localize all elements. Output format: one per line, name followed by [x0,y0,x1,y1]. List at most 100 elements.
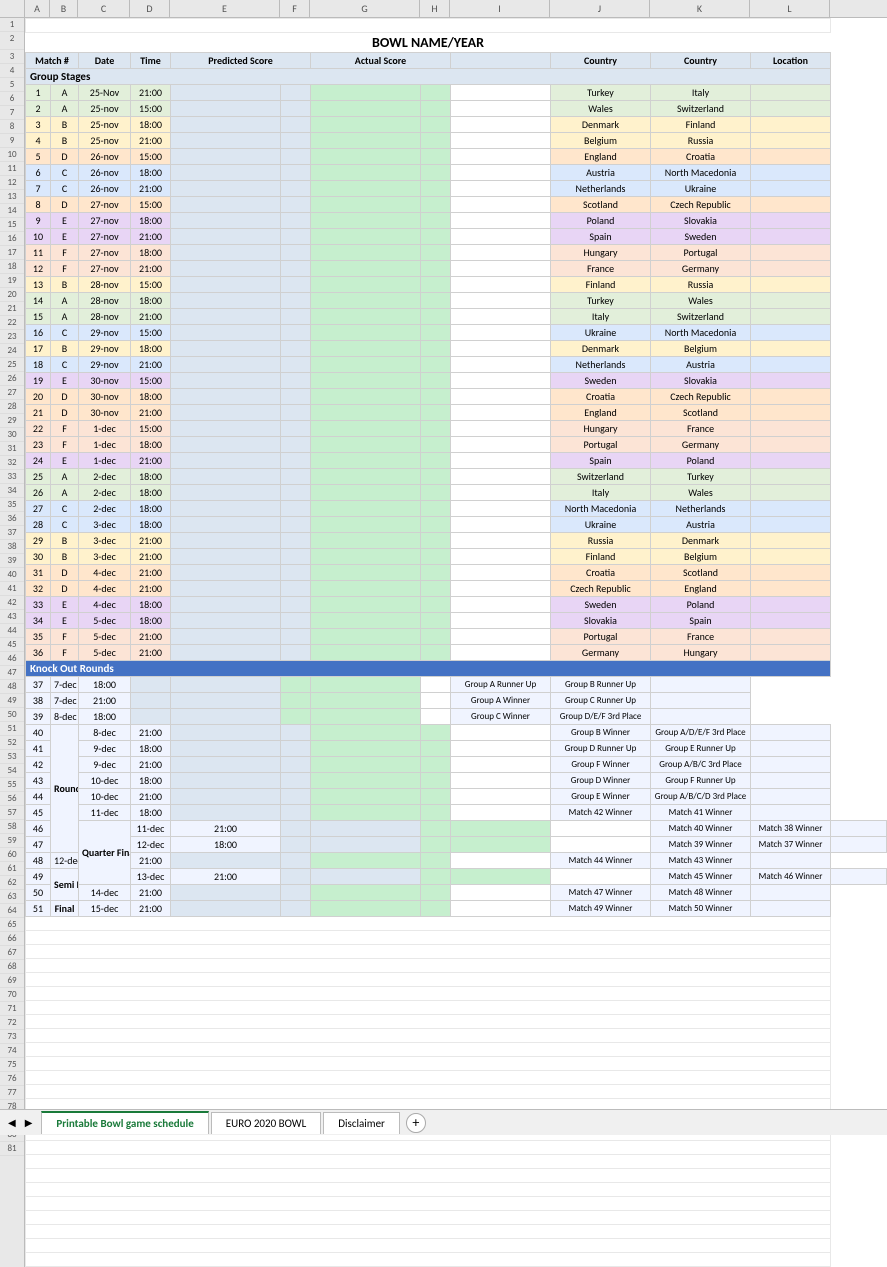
row-num-5: 5 [0,78,24,92]
row-num-3: 3 [0,50,24,64]
row-num-70: 70 [0,988,24,1002]
row-num-11: 11 [0,162,24,176]
row-num-2: 2 [0,32,24,50]
nav-left[interactable]: ◀ [5,1114,19,1131]
row-num-7: 7 [0,106,24,120]
table-row: 22F1-dec15:00HungaryFrance [26,421,887,437]
title-row: BOWL NAME/YEAR [26,33,887,53]
row-num-20: 20 [0,288,24,302]
row-num-56: 56 [0,792,24,806]
row-num-44: 44 [0,624,24,638]
row-num-73: 73 [0,1030,24,1044]
table-row: 40Round of 168-dec21:00Group B WinnerGro… [26,725,887,741]
round-label: Semi Finals [51,869,79,901]
row-num-72: 72 [0,1016,24,1030]
table-row: 49Semi Finals13-dec21:00Match 45 WinnerM… [26,869,887,885]
row-num-45: 45 [0,638,24,652]
table-row: 10E27-nov21:00SpainSweden [26,229,887,245]
table-row: 2A25-nov15:00WalesSwitzerland [26,101,887,117]
row-num-65: 65 [0,918,24,932]
row-num-55: 55 [0,778,24,792]
table-row: 4310-dec18:00Group D WinnerGroup F Runne… [26,773,887,789]
round-label: Quarter Finals [79,821,131,885]
table-row: 30B3-dec21:00FinlandBelgium [26,549,887,565]
add-tab-button[interactable]: + [406,1113,426,1133]
nav-right[interactable]: ▶ [22,1114,36,1131]
row-num-50: 50 [0,708,24,722]
table-row: 13B28-nov15:00FinlandRussia [26,277,887,293]
row-num-41: 41 [0,582,24,596]
row-num-29: 29 [0,414,24,428]
row-num-15: 15 [0,218,24,232]
col-header-f: F [280,0,310,17]
row-num-81: 81 [0,1142,24,1156]
column-headers: A B C D E F G H I J K L [0,0,887,18]
table-row: 12F27-nov21:00FranceGermany [26,261,887,277]
row-num-58: 58 [0,820,24,834]
row-num-46: 46 [0,652,24,666]
table-row: 17B29-nov18:00DenmarkBelgium [26,341,887,357]
row-num-67: 67 [0,946,24,960]
row-num-19: 19 [0,274,24,288]
round-label: Round of 16 [51,725,79,853]
row-num-49: 49 [0,694,24,708]
row-num-17: 17 [0,246,24,260]
row-num-64: 64 [0,904,24,918]
row-num-32: 32 [0,456,24,470]
table-row: 8D27-nov15:00ScotlandCzech Republic [26,197,887,213]
table-row: 5D26-nov15:00EnglandCroatia [26,149,887,165]
table-row: 4511-dec18:00Match 42 WinnerMatch 41 Win… [26,805,887,821]
row-num-69: 69 [0,974,24,988]
row-num-47: 47 [0,666,24,680]
table-row: 28C3-dec18:00UkraineAustria [26,517,887,533]
knockout-header-row: Knock Out Rounds [26,661,887,677]
table-row: 29B3-dec21:00RussiaDenmark [26,533,887,549]
row-num-39: 39 [0,554,24,568]
table-row: 4812-dec21:00Match 44 WinnerMatch 43 Win… [26,853,887,869]
col-header-b: B [50,0,78,17]
table-row: 35F5-dec21:00PortugalFrance [26,629,887,645]
tab-bar: ◀ ▶ Printable Bowl game schedule EURO 20… [0,1109,887,1135]
table-wrapper: 1234567891011121314151617181920212223242… [0,18,887,1267]
tab-euro2020[interactable]: EURO 2020 BOWL [211,1112,321,1134]
table-row: 9E27-nov18:00PolandSlovakia [26,213,887,229]
col-header-d: D [130,0,170,17]
table-row: 32D4-dec21:00Czech RepublicEngland [26,581,887,597]
row-num-24: 24 [0,344,24,358]
table-row: 3B25-nov18:00DenmarkFinland [26,117,887,133]
row-num-53: 53 [0,750,24,764]
col-header-h: H [420,0,450,17]
row-num-75: 75 [0,1058,24,1072]
row-num-52: 52 [0,736,24,750]
row-num-16: 16 [0,232,24,246]
table-row: 36F5-dec21:00GermanyHungary [26,645,887,661]
row-num-4: 4 [0,64,24,78]
table-row: 34E5-dec18:00SlovakiaSpain [26,613,887,629]
row-num-22: 22 [0,316,24,330]
row-num-38: 38 [0,540,24,554]
row-num-21: 21 [0,302,24,316]
table-row: 27C2-dec18:00North MacedoniaNetherlands [26,501,887,517]
table-row: 7C26-nov21:00NetherlandsUkraine [26,181,887,197]
col-header-e: E [170,0,280,17]
row-num-61: 61 [0,862,24,876]
round-label: Final [51,901,79,917]
corner-cell [0,0,25,17]
row-num-1: 1 [0,18,24,32]
table-row: 20D30-nov18:00CroatiaCzech Republic [26,389,887,405]
tab-disclaimer[interactable]: Disclaimer [323,1112,400,1134]
table-row: 429-dec21:00Group F WinnerGroup A/B/C 3r… [26,757,887,773]
row-num-14: 14 [0,204,24,218]
nav-arrows[interactable]: ◀ ▶ [5,1114,35,1131]
row-num-10: 10 [0,148,24,162]
table-row: 387-dec21:00Group A WinnerGroup C Runner… [26,693,887,709]
row-num-43: 43 [0,610,24,624]
row-num-6: 6 [0,92,24,106]
row-num-33: 33 [0,470,24,484]
row-num-9: 9 [0,134,24,148]
row-num-74: 74 [0,1044,24,1058]
row-num-40: 40 [0,568,24,582]
tab-printable[interactable]: Printable Bowl game schedule [41,1111,208,1134]
row-num-31: 31 [0,442,24,456]
table-row: 51Final15-dec21:00Match 49 WinnerMatch 5… [26,901,887,917]
